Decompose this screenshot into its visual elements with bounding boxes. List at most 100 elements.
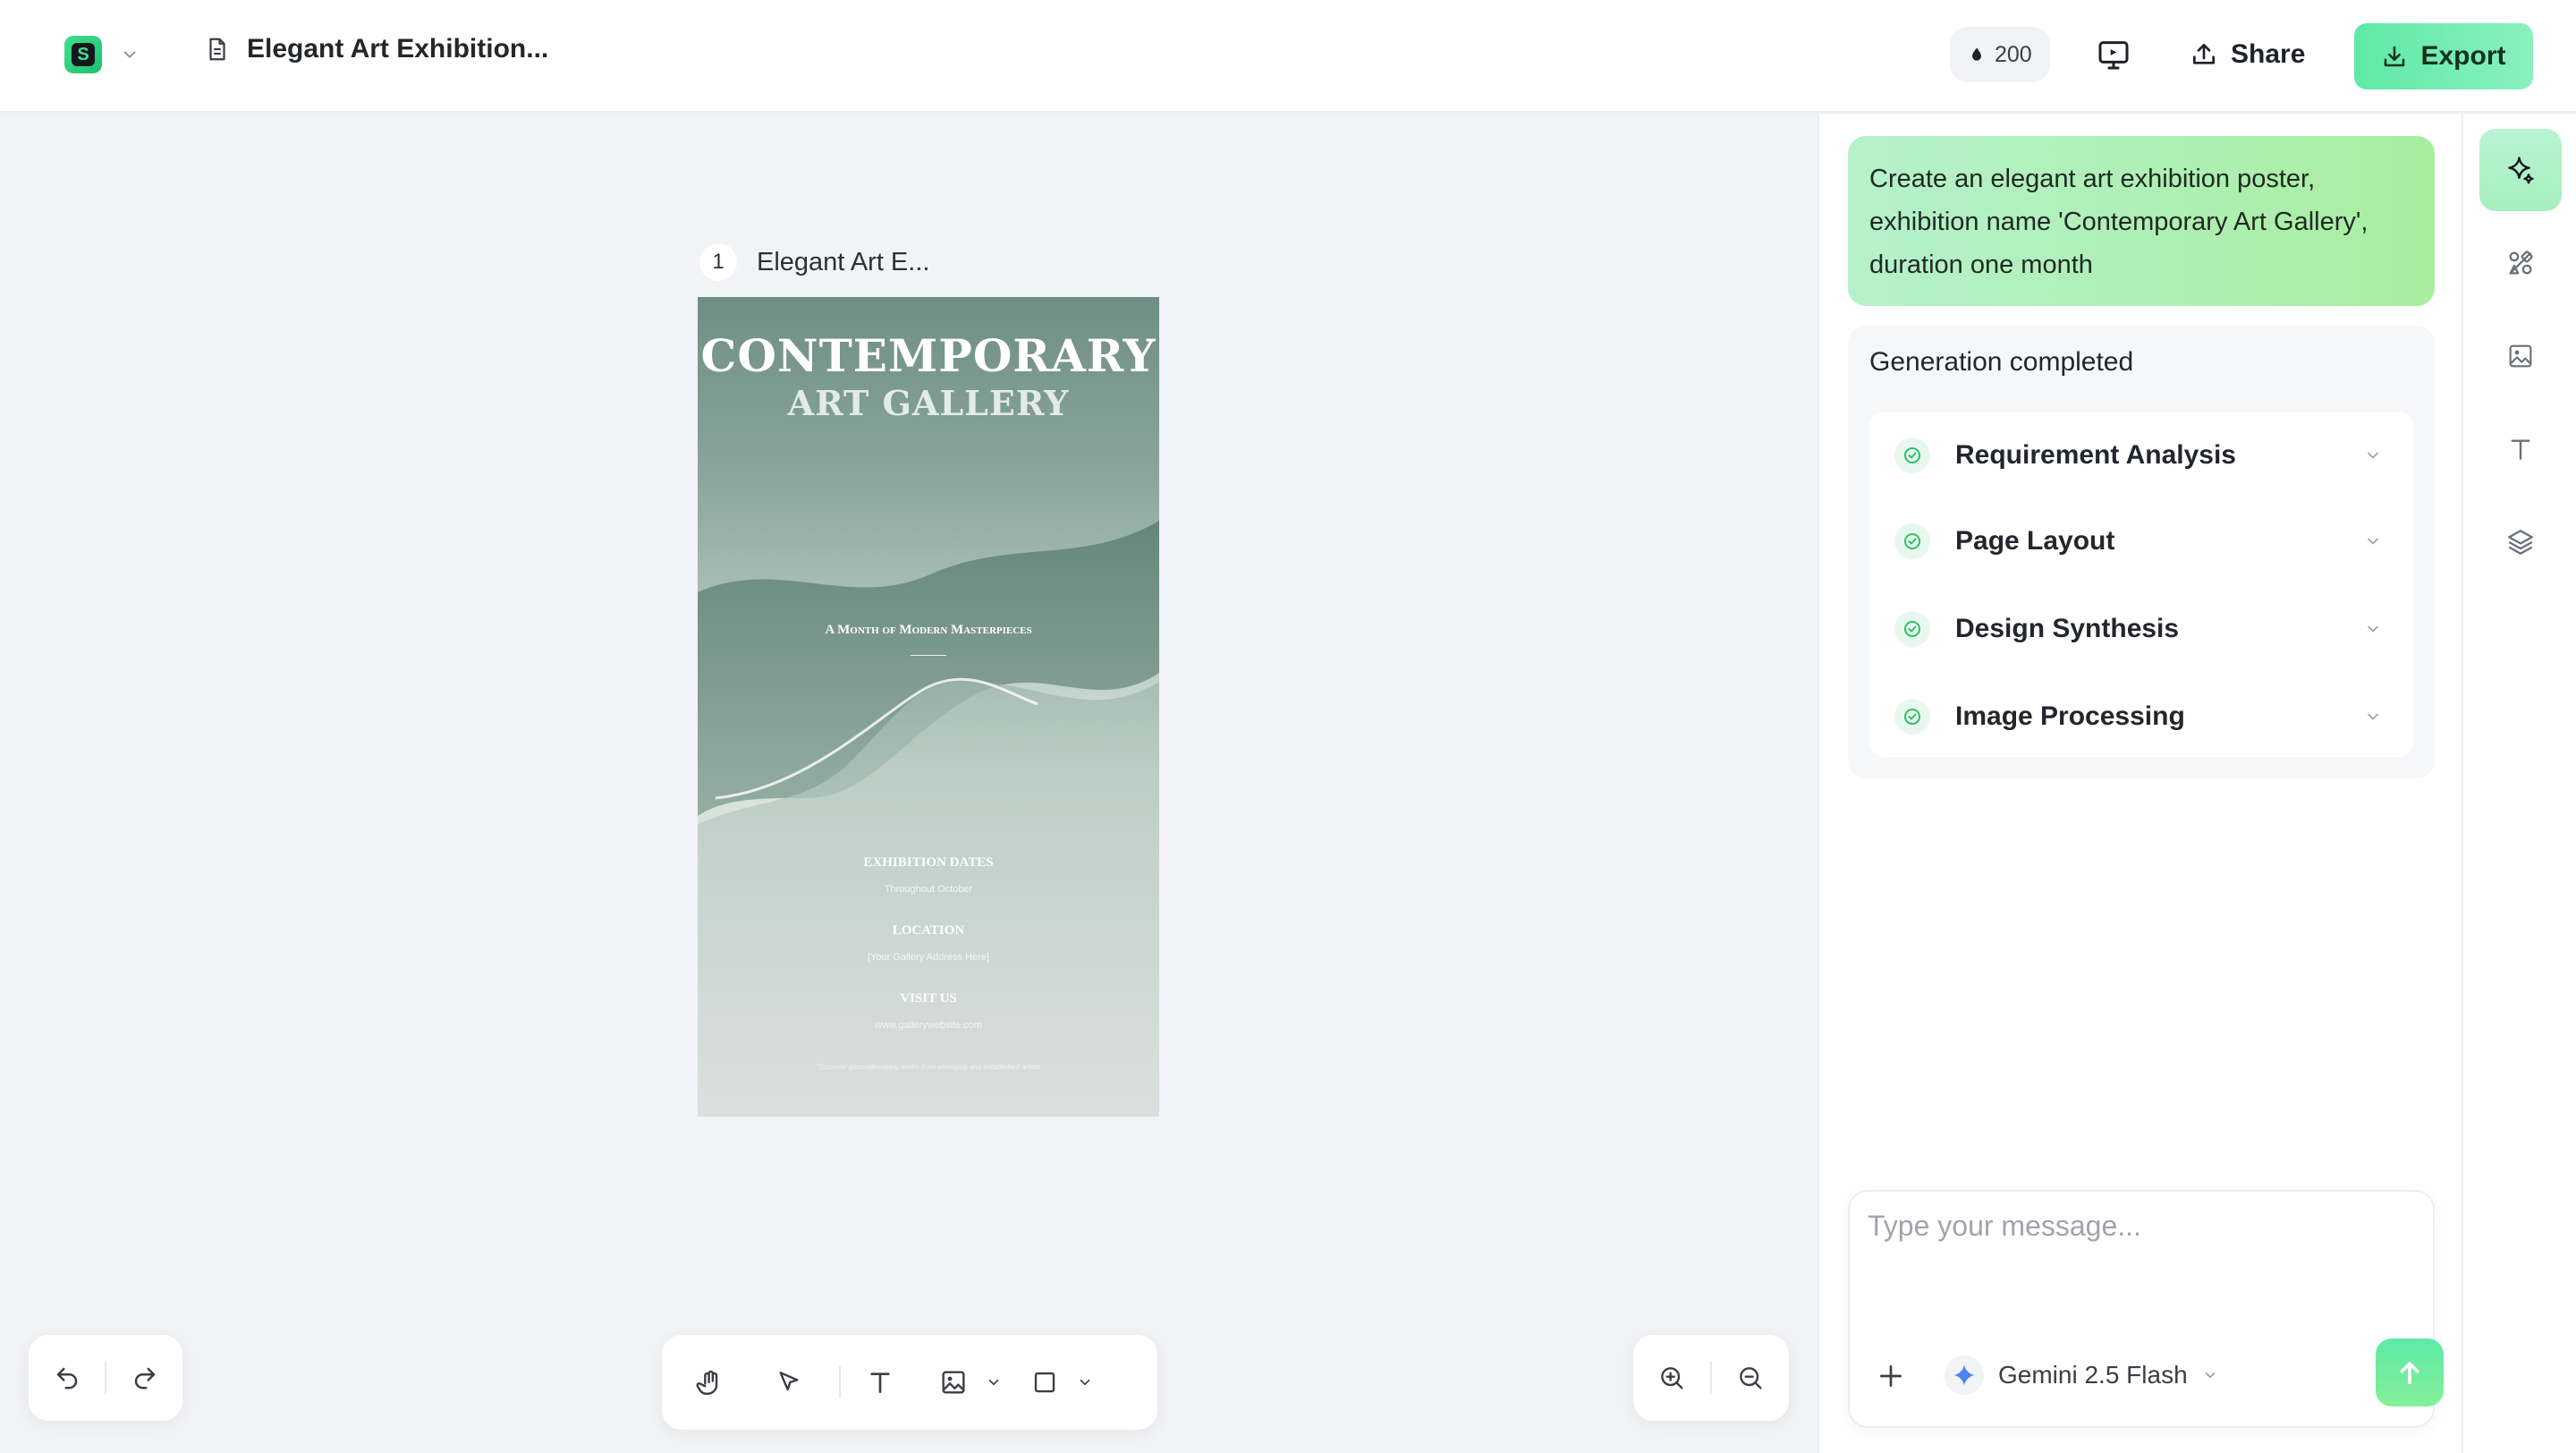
check-circle-icon (1894, 699, 1930, 735)
share-label: Share (2231, 39, 2306, 69)
top-bar: S Elegant Art Exhibition... 200 Share Ex… (0, 0, 2576, 113)
page-number: 1 (699, 243, 737, 281)
generation-status: Generation completed (1869, 347, 2134, 377)
upload-icon (2193, 44, 2215, 64)
rail-text[interactable] (2479, 408, 2562, 490)
poster-visit-value: www.gallerywebsite.com (875, 1020, 982, 1031)
text-icon (2511, 439, 2530, 460)
step-label: Design Synthesis (1955, 614, 2180, 643)
step-label: Page Layout (1955, 526, 2115, 556)
logo-icon[interactable]: S (64, 36, 102, 73)
shape-tool-dropdown[interactable] (1073, 1374, 1097, 1390)
zoom-out-button[interactable] (1722, 1349, 1779, 1406)
history-toolbar (29, 1335, 182, 1421)
share-button[interactable]: Share (2190, 27, 2305, 82)
step-label: Requirement Analysis (1955, 440, 2236, 470)
image-icon (2509, 344, 2532, 368)
cursor-icon (779, 1372, 799, 1391)
zoom-in-button[interactable] (1643, 1349, 1700, 1406)
step-page-layout[interactable]: Page Layout (1869, 497, 2413, 585)
poster-title-line1: CONTEMPORARY (700, 329, 1157, 382)
zoom-out-icon (1740, 1367, 1762, 1389)
step-requirement-analysis[interactable]: Requirement Analysis (1869, 412, 2413, 499)
chevron-down-icon (1080, 1379, 1090, 1386)
model-selector[interactable]: Gemini 2.5 Flash (1945, 1353, 2218, 1398)
step-image-processing[interactable]: Image Processing (1869, 673, 2413, 760)
page-name: Elegant Art E... (757, 247, 930, 276)
select-tool[interactable] (760, 1354, 818, 1411)
export-button[interactable]: Export (2354, 23, 2533, 89)
image-tool-dropdown[interactable] (982, 1374, 1005, 1390)
poster-footnote: *Discover groundbreaking works from emer… (816, 1063, 1041, 1071)
poster-visit-heading: VISIT US (900, 991, 957, 1006)
toolbar-divider (839, 1366, 841, 1398)
download-icon (2385, 46, 2405, 67)
chevron-down-icon[interactable] (120, 45, 140, 64)
poster-page[interactable]: CONTEMPORARY ART GALLERY A Month of Mode… (698, 297, 1159, 1117)
poster-dates-heading: EXHIBITION DATES (863, 855, 994, 870)
model-name: Gemini 2.5 Flash (1998, 1361, 2188, 1389)
shape-tool[interactable] (1016, 1354, 1073, 1411)
text-icon (870, 1372, 890, 1393)
step-label: Image Processing (1955, 701, 2185, 731)
layers-icon (2508, 530, 2533, 555)
chevron-down-icon (2205, 1372, 2215, 1378)
undo-button[interactable] (38, 1349, 96, 1406)
credits-badge[interactable]: 200 (1950, 27, 2050, 82)
text-tool[interactable] (852, 1354, 909, 1411)
tools-toolbar (662, 1335, 1157, 1430)
rail-ai-assistant[interactable] (2479, 129, 2562, 211)
hand-tool[interactable] (682, 1354, 739, 1411)
message-composer: Gemini 2.5 Flash (1848, 1190, 2444, 1428)
message-input[interactable] (1868, 1210, 2413, 1290)
zoom-in-icon (1661, 1367, 1683, 1389)
present-icon (2098, 41, 2129, 70)
rail-images[interactable] (2479, 315, 2562, 397)
drop-icon (1972, 47, 1981, 61)
image-tool[interactable] (925, 1354, 982, 1411)
chat-panel: Create an elegant art exhibition poster,… (1818, 115, 2462, 1453)
side-rail (2462, 115, 2576, 1453)
arrow-up-icon (2400, 1362, 2419, 1385)
app-menu[interactable]: S (64, 36, 140, 73)
zoom-toolbar (1633, 1335, 1789, 1421)
check-circle-icon (1894, 611, 1930, 647)
gemini-sparkle-icon (1945, 1355, 1984, 1395)
page-label[interactable]: 1 Elegant Art E... (699, 243, 929, 281)
poster-location-heading: LOCATION (892, 923, 965, 938)
chevron-down-icon[interactable] (2360, 620, 2386, 638)
user-prompt-message: Create an elegant art exhibition poster,… (1848, 136, 2435, 306)
chevron-down-icon (988, 1379, 999, 1386)
check-circle-icon (1894, 523, 1930, 559)
image-icon (942, 1371, 965, 1394)
rail-layers[interactable] (2479, 501, 2562, 583)
export-label: Export (2420, 41, 2506, 71)
generation-steps: Requirement Analysis Page Layout Design … (1869, 412, 2413, 757)
shapes-icon (2509, 251, 2533, 275)
toolbar-divider (105, 1362, 106, 1394)
sparkle-icon (2508, 157, 2534, 184)
document-icon (209, 38, 225, 61)
generation-card: Generation completed Requirement Analysi… (1848, 326, 2435, 778)
document-title[interactable]: Elegant Art Exhibition... (204, 34, 548, 64)
chevron-down-icon[interactable] (2360, 446, 2386, 464)
rail-elements[interactable] (2479, 222, 2562, 304)
redo-icon (134, 1367, 155, 1389)
plus-icon (1880, 1365, 1902, 1387)
poster-location-value: [Your Gallery Address Here] (868, 952, 989, 963)
redo-button[interactable] (116, 1349, 174, 1406)
toolbar-divider (1710, 1362, 1712, 1394)
chevron-down-icon[interactable] (2360, 708, 2386, 726)
chevron-down-icon[interactable] (2360, 532, 2386, 550)
check-circle-icon (1894, 438, 1930, 473)
document-title-text: Elegant Art Exhibition... (247, 34, 549, 64)
poster-tagline: A Month of Modern Masterpieces (825, 623, 1032, 637)
hand-icon (696, 1370, 718, 1395)
undo-icon (56, 1367, 77, 1389)
poster-divider (911, 655, 946, 656)
attach-button[interactable] (1873, 1358, 1909, 1394)
send-button[interactable] (2376, 1338, 2444, 1406)
square-icon (1034, 1372, 1055, 1393)
step-design-synthesis[interactable]: Design Synthesis (1869, 585, 2413, 673)
present-button[interactable] (2091, 32, 2136, 77)
